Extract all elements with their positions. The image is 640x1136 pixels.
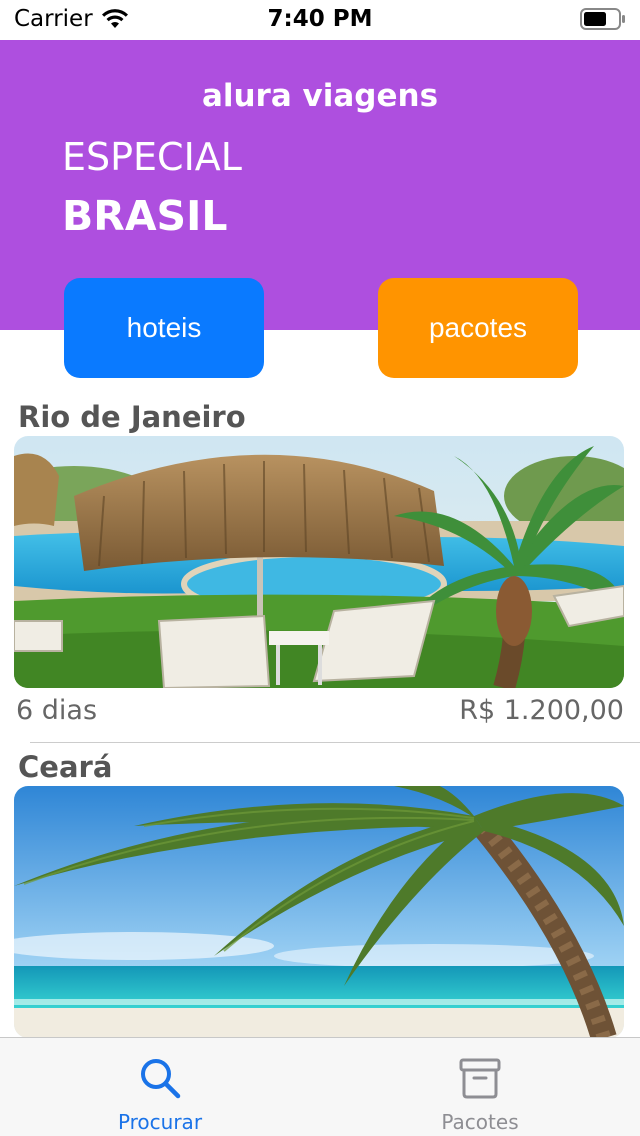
special-label: ESPECIAL — [62, 135, 242, 179]
package-title: Rio de Janeiro — [18, 400, 246, 434]
hotels-button[interactable]: hoteis — [64, 278, 264, 378]
tab-label: Procurar — [117, 1110, 203, 1134]
tab-procurar[interactable]: Procurar — [0, 1038, 320, 1136]
tab-bar: Procurar Pacotes — [0, 1037, 640, 1136]
status-bar: Carrier 7:40 PM — [0, 0, 640, 40]
card-divider — [30, 742, 640, 743]
package-image-beach — [14, 786, 624, 1037]
package-title: Ceará — [18, 750, 113, 784]
archive-box-icon — [459, 1058, 501, 1099]
search-icon — [141, 1059, 181, 1099]
tab-label: Pacotes — [441, 1110, 519, 1134]
special-name: BRASIL — [62, 192, 228, 240]
battery-icon — [580, 8, 625, 30]
package-image-pool — [14, 436, 624, 688]
app-title: alura viagens — [201, 78, 439, 114]
package-duration: 6 dias — [16, 695, 98, 726]
tab-pacotes[interactable]: Pacotes — [320, 1038, 640, 1136]
packages-button[interactable]: pacotes — [378, 278, 578, 378]
package-price: R$ 1.200,00 — [459, 695, 624, 726]
clock: 7:40 PM — [267, 6, 373, 32]
packages-list[interactable]: Rio de Janeiro 6 dias R$ 1.200,00 Ceará — [0, 390, 640, 1037]
